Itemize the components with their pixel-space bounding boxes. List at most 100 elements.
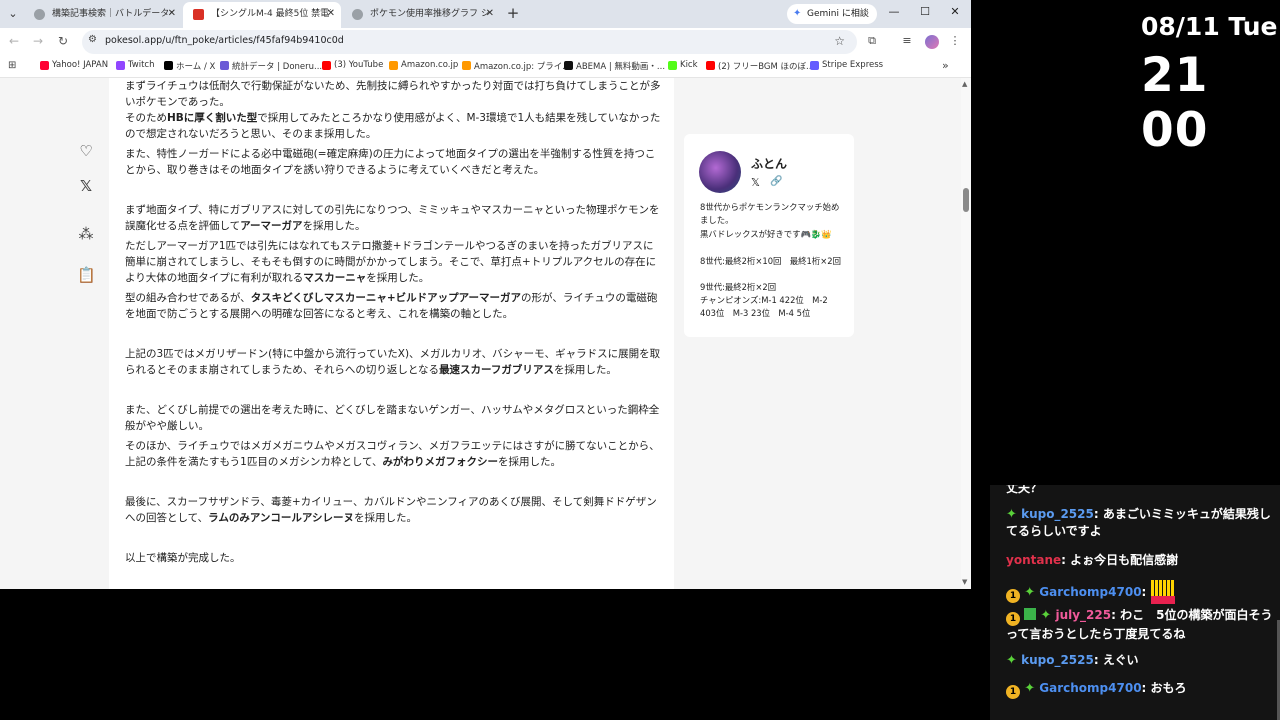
bookmark-doneru[interactable]: 統計データ | Doneru...	[220, 60, 322, 72]
bookmark-bgm[interactable]: (2) フリーBGM ほのぼ...	[706, 60, 814, 72]
chat-username[interactable]: Garchomp4700	[1039, 681, 1141, 695]
abema-icon	[564, 61, 573, 70]
bits-badge-icon	[1024, 608, 1037, 620]
bookmark-label: Twitch	[128, 60, 155, 70]
paragraph: そのほか、ライチュウではメガメガニウムやメガスコヴィラン、メガフラエッテにはさす…	[125, 440, 660, 468]
chat-username[interactable]: kupo_2525	[1021, 507, 1094, 521]
url-text[interactable]: pokesol.app/u/ftn_poke/articles/f45faf94…	[105, 35, 344, 46]
profile-avatar-icon[interactable]	[925, 35, 939, 49]
x-icon	[164, 61, 173, 70]
extensions-icon[interactable]: ⧉	[864, 34, 880, 48]
bookmark-abema[interactable]: ABEMA | 無料動画・...	[564, 60, 665, 72]
paragraph: 型の組み合わせであるが、タスキどくびしマスカーニャ+ビルドアップアーマーガアの形…	[125, 292, 658, 320]
bookmark-x[interactable]: ホーム / X	[164, 60, 215, 72]
tab-article-active[interactable]: 【シングルM-4 最終5位 禁電アマガ ✕	[183, 2, 341, 28]
bookmark-label: ABEMA | 無料動画・...	[576, 62, 666, 72]
close-tab-icon[interactable]: ✕	[486, 2, 494, 26]
apps-grid-icon[interactable]: ⊞	[8, 60, 16, 71]
author-name[interactable]: ふとん	[751, 155, 787, 172]
screen: ⌄ 構築記事検索｜バトルデータベース ✕ 【シングルM-4 最終5位 禁電アマガ…	[0, 0, 1280, 720]
kick-icon	[668, 61, 677, 70]
chat-message: 1 ✦ Garchomp4700:	[1006, 580, 1276, 604]
bookmark-label: Kick	[680, 60, 698, 70]
x-icon[interactable]: 𝕏	[751, 176, 760, 189]
author-avatar[interactable]	[699, 151, 741, 193]
paragraph: まずライチュウは低耐久で行動保証がないため、先制技に縛られやすかったり対面では打…	[125, 80, 661, 108]
bookmark-label: Stripe Express	[822, 60, 884, 70]
forward-icon[interactable]: →	[30, 34, 46, 48]
star-badge-icon: ✦	[1006, 653, 1017, 668]
tab-title: 構築記事検索｜バトルデータベース	[52, 9, 172, 19]
chat-username[interactable]: kupo_2525	[1021, 653, 1094, 667]
paragraph: また、どくびし前提での選出を考えた時に、どくびしを踏まないゲンガー、ハッサムやメ…	[125, 404, 660, 432]
scroll-up-icon[interactable]: ▲	[962, 80, 967, 88]
chat-text: 丈夫？	[1006, 485, 1043, 495]
heart-icon[interactable]: ♡	[77, 142, 95, 160]
new-tab-icon[interactable]: +	[504, 4, 522, 22]
tab-bar: ⌄ 構築記事検索｜バトルデータベース ✕ 【シングルM-4 最終5位 禁電アマガ…	[0, 0, 971, 28]
gemini-sparkle-icon: ✦	[793, 8, 802, 19]
bookmark-amazon-prime[interactable]: Amazon.co.jp: プライ...	[462, 60, 570, 72]
media-controls-icon[interactable]: ≡	[899, 34, 915, 47]
gemini-label: Gemini に相談	[807, 9, 869, 19]
chat-panel: 丈夫？ ✦ kupo_2525: あまごいミミッキュが結果残してるらしいですよ …	[990, 485, 1280, 720]
author-bio-line: 黒バドレックスが好きです🎮🐉👑	[700, 229, 832, 239]
link-icon[interactable]: 🔗	[770, 176, 782, 187]
chat-username[interactable]: yontane	[1006, 553, 1061, 567]
bookmark-kick[interactable]: Kick	[668, 60, 698, 70]
vertical-scrollbar[interactable]: ▲ ▼	[961, 78, 971, 589]
chat-message: yontane: よぉ今日も配信感謝	[1006, 553, 1179, 567]
toolbar: ← → ↻ ⚙ pokesol.app/u/ftn_poke/articles/…	[0, 28, 971, 56]
bookmark-label: ホーム / X	[176, 62, 216, 72]
chat-username[interactable]: Garchomp4700	[1039, 585, 1141, 599]
maximize-icon[interactable]: ☐	[917, 5, 933, 18]
more-bookmarks-icon[interactable]: »	[942, 59, 949, 72]
close-tab-icon[interactable]: ✕	[327, 2, 335, 26]
star-badge-icon: ✦	[1024, 681, 1036, 696]
stripe-icon	[810, 61, 819, 70]
share-nodes-icon[interactable]: ⁂	[77, 225, 95, 243]
author-card: ふとん 𝕏 🔗 8世代からポケモンランクマッチ始めました。 黒バドレックスが好き…	[684, 134, 854, 337]
paragraph: そのためHBに厚く割いた型で採用してみたところかなり使用感がよく、M-3環境で1…	[125, 112, 661, 140]
bookmark-yahoo[interactable]: Yahoo! JAPAN	[40, 60, 108, 70]
tab-search-dropdown-icon[interactable]: ⌄	[4, 5, 22, 23]
close-window-icon[interactable]: ✕	[947, 5, 963, 18]
overlay-date: 08/11 Tue	[1141, 12, 1278, 41]
tab-title: ポケモン使用率推移グラフ シーズン	[370, 9, 490, 19]
back-icon[interactable]: ←	[6, 34, 22, 48]
bookmark-star-icon[interactable]: ☆	[834, 34, 845, 48]
bookmark-youtube[interactable]: (3) YouTube	[322, 60, 383, 70]
chat-username[interactable]: july_225	[1055, 608, 1111, 622]
scroll-down-icon[interactable]: ▼	[962, 578, 967, 586]
article-body: まずライチュウは低耐久で行動保証がないため、先制技に縛られやすかったり対面では打…	[109, 78, 674, 589]
site-info-icon[interactable]: ⚙	[88, 34, 97, 45]
bookmark-stripe[interactable]: Stripe Express	[810, 60, 883, 70]
menu-kebab-icon[interactable]: ⋮	[947, 34, 963, 47]
paragraph: ただしアーマーガア1匹では引先にはなれてもステロ撒菱+ドラゴンテールやつるぎのま…	[125, 240, 657, 284]
address-bar[interactable]: ⚙ pokesol.app/u/ftn_poke/articles/f45faf…	[82, 30, 857, 54]
gemini-button[interactable]: ✦ Gemini に相談	[787, 4, 877, 24]
paragraph: また、特性ノーガードによる必中電磁砲(=確定麻痺)の圧力によって地面タイプの選出…	[125, 148, 656, 176]
overlay-time: 21 00	[1141, 48, 1209, 158]
amazon-icon	[462, 61, 471, 70]
browser-window: ⌄ 構築記事検索｜バトルデータベース ✕ 【シングルM-4 最終5位 禁電アマガ…	[0, 0, 971, 589]
pokesol-favicon-icon	[193, 9, 204, 20]
reload-icon[interactable]: ↻	[55, 34, 71, 48]
bookmarks-bar: ⊞ Yahoo! JAPAN Twitch ホーム / X 統計データ | Do…	[0, 56, 971, 78]
tab-article-search[interactable]: 構築記事検索｜バトルデータベース ✕	[24, 2, 182, 28]
scrollbar-thumb[interactable]	[963, 188, 969, 212]
minimize-icon[interactable]: —	[886, 5, 902, 18]
tab-usage-graph[interactable]: ポケモン使用率推移グラフ シーズン ✕	[342, 2, 500, 28]
page-viewport: ♡ 𝕏 ⁂ 📋 まずライチュウは低耐久で行動保証がないため、先制技に縛られやすか…	[0, 78, 971, 589]
chat-text: えぐい	[1102, 653, 1139, 667]
twitch-icon	[116, 61, 125, 70]
doneru-icon	[220, 61, 229, 70]
bookmark-amazon[interactable]: Amazon.co.jp	[389, 60, 458, 70]
x-share-icon[interactable]: 𝕏	[77, 177, 95, 195]
bookmark-twitch[interactable]: Twitch	[116, 60, 155, 70]
clipboard-icon[interactable]: 📋	[77, 266, 96, 284]
paragraph: 最後に、スカーフサザンドラ、毒菱+カイリュー、カバルドンやニンフィアのあくび展開…	[125, 496, 657, 524]
close-tab-icon[interactable]: ✕	[168, 2, 176, 26]
subscriber-badge-icon: 1	[1006, 589, 1020, 603]
star-badge-icon: ✦	[1006, 507, 1017, 522]
